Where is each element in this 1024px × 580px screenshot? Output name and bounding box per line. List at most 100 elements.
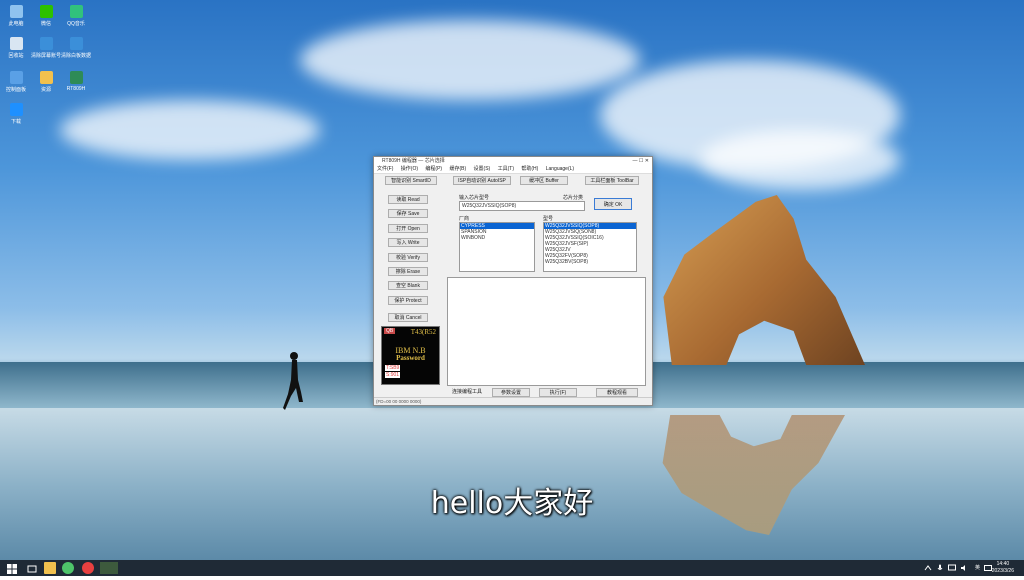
ibm-line3: T:SB9 [385,365,401,371]
open-button[interactable]: 打开 Open [388,224,428,233]
app-icon [9,71,23,84]
app-icon [39,5,53,18]
smart-id-button[interactable]: 智能识别 SmartID [385,176,437,185]
desktop-icon-label: RT809H [66,86,86,92]
desktop-icon-label: 微信 [40,21,51,27]
desktop-icon-label: 控制面板 [5,87,26,93]
recorder-icon[interactable] [82,562,94,574]
start-button[interactable] [6,562,18,574]
desktop-icon-label: 资源 [40,87,51,93]
window-controls[interactable]: — ☐ ✕ [633,157,649,165]
menu-item[interactable]: 帮助(H) [521,166,538,172]
desktop-icon-label: 清除白板数据 [61,53,92,59]
verify-button[interactable]: 校验 Verify [388,253,428,262]
manufacturer-list[interactable]: CYPRESS SPANSION WINBOND [459,222,535,272]
tutorial-button[interactable]: 教程观看 [596,388,638,397]
menu-item[interactable]: 编程(P) [425,166,442,172]
model-list-item[interactable]: W25Q32BV(SOP8) [544,259,636,265]
execute-button[interactable]: 执行(F) [539,388,577,397]
chip-input-value: W25Q32JVSSIQ(SOP8) [462,203,517,209]
network-icon[interactable] [948,564,956,572]
params-button[interactable]: 参数设置 [492,388,530,397]
ibm-code: T43(R52 [410,328,436,336]
desktop-icon[interactable]: 资源 [31,71,61,93]
menu-item[interactable]: 缓存(B) [449,166,466,172]
chip-select-label: 芯片分类 [563,195,584,201]
protect-button[interactable]: 保护 Protect [388,296,428,305]
desktop-icon[interactable]: 清除白板数据 [61,37,91,59]
ibm-line4: S:901 [385,372,401,378]
model-list[interactable]: W25Q32JVSSIQ(SOP8) W25Q32JVSIQ(SON8) W25Q3… [543,222,637,272]
taskbar: 英 14:40 2023/3/26 [0,560,1024,576]
wallpaper-rock [663,195,865,365]
desktop-icon[interactable]: QQ音乐 [61,5,91,27]
wallpaper-runner [283,352,303,410]
app-icon [9,37,23,50]
menu-bar: 文件(F) 操作(O) 编程(P) 缓存(B) 设置(S) 工具(T) 帮助(H… [374,165,652,174]
desktop-icon-label: 回收站 [8,53,24,59]
chip-input[interactable]: W25Q32JVSSIQ(SOP8) [459,201,585,211]
volume-icon[interactable] [960,564,968,572]
app-icon [9,5,23,18]
desktop-icon[interactable]: RT809H [61,71,91,92]
windows-logo-icon [7,564,17,574]
desktop-icon-label: 下载 [10,119,21,125]
desktop-icon[interactable]: 控制面板 [1,71,31,93]
save-button[interactable]: 保存 Save [388,209,428,218]
app-icon [69,71,83,84]
chevron-up-icon[interactable] [924,564,932,572]
connect-tool-button[interactable]: 连接编程工具 [447,388,487,397]
clock-time: 14:40 [996,561,1010,567]
ime-indicator[interactable]: 英 [975,564,980,571]
read-button[interactable]: 读取 Read [388,195,428,204]
ibm-line2: Password [396,354,425,362]
desktop-icon[interactable]: 微信 [31,5,61,27]
confirm-button[interactable]: 确定 OK [594,198,632,210]
buffer-button[interactable]: 缓冲区 Buffer [520,176,568,185]
menu-item[interactable]: 设置(S) [474,166,491,172]
desktop-icon[interactable]: 回收站 [1,37,31,59]
desktop-icon[interactable]: 此电脑 [1,5,31,27]
app-icon [39,37,53,50]
app-icon [69,5,83,18]
window-titlebar[interactable]: RT809H 编程器 — 芯片选择 — ☐ ✕ [374,157,652,165]
menu-item[interactable]: Language(L) [546,166,574,172]
model-label: 型号 [543,216,554,222]
desktop-icon[interactable]: 下载 [1,103,31,125]
blank-button[interactable]: 查空 Blank [388,281,428,290]
desktop-icon-label: QQ音乐 [67,21,85,27]
app-icon [9,103,23,116]
app-icon [39,71,53,84]
desktop-icon-label: 此电脑 [8,21,24,27]
status-text: (FD=00 00 0000 0000) [376,399,422,404]
rt809h-window[interactable]: RT809H 编程器 — 芯片选择 — ☐ ✕ 文件(F) 操作(O) 编程(P… [373,156,653,406]
menu-item[interactable]: 操作(O) [401,166,418,172]
clock[interactable]: 14:40 2023/3/26 [992,561,1014,575]
app-icon [69,37,83,50]
rt809h-taskbar-icon[interactable] [100,562,118,574]
manufacturer-list-item[interactable]: WINBOND [460,235,534,241]
browser-icon[interactable] [62,562,74,574]
video-subtitle: hello大家好 [430,486,594,521]
window-title: RT809H 编程器 — 芯片选择 [382,158,445,164]
menu-item[interactable]: 文件(F) [377,166,393,172]
menu-item[interactable]: 工具(T) [498,166,514,172]
auto-isp-button[interactable]: ISP自动识别 AutoISP [453,176,511,185]
wallpaper-cloud [700,130,900,190]
log-output-area[interactable] [447,277,646,386]
wallpaper-cloud [300,20,640,100]
microphone-icon[interactable] [936,564,944,572]
erase-button[interactable]: 擦除 Erase [388,267,428,276]
desktop-icon-label: 清除屏幕账号 [31,53,62,59]
file-explorer-icon[interactable] [44,562,56,574]
manufacturer-label: 厂商 [459,216,470,222]
clock-date: 2023/3/26 [991,568,1014,574]
ibm-password-image: QB T43(R52 IBM N.B Password T:SB9 S:901 [381,326,440,385]
toolbar-panel-button[interactable]: 工具栏面板 ToolBar [585,176,639,185]
write-button[interactable]: 写入 Write [388,238,428,247]
desktop-icon[interactable]: 清除屏幕账号 [31,37,61,59]
task-view-icon[interactable] [26,562,38,574]
cancel-button[interactable]: 取消 Cancel [388,313,428,322]
ibm-badge: QB [384,328,396,334]
chip-input-label: 输入芯片型号 [459,195,490,201]
